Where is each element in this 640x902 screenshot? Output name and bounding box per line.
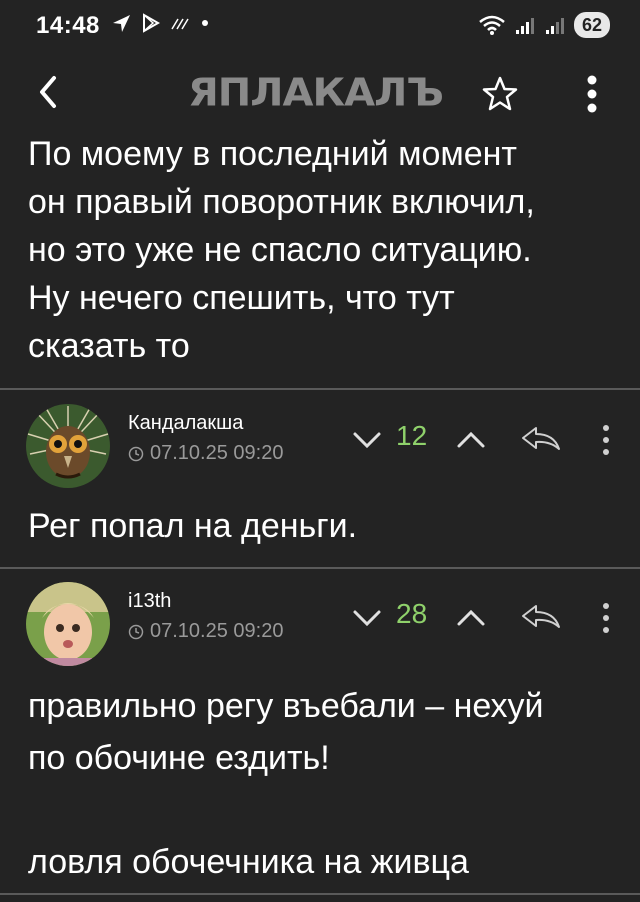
chevron-down-icon [353,610,381,627]
status-time: 14:48 [36,12,100,39]
more-vertical-icon [603,603,609,633]
signal-wave-icon [171,18,189,30]
vote-up-button[interactable] [456,428,486,452]
comment-score: 12 [396,420,428,451]
avatar-image [26,404,110,488]
page: 14:48 62 ЯПЛАКАЛЪ По моему в последний м… [0,0,640,902]
more-vertical-icon [587,75,597,113]
status-bar: 14:48 62 [0,0,640,52]
avatar[interactable] [26,582,110,666]
vote-up-button[interactable] [456,606,486,630]
comment-author[interactable]: Кандалакша [128,412,243,435]
more-menu-button[interactable] [580,74,604,114]
comment-meta: 07.10.25 09:20 [128,620,283,643]
avatar-image [26,582,110,666]
navigation-icon [113,15,130,32]
divider [0,567,640,569]
site-logo[interactable]: ЯПЛАКАЛЪ [188,71,444,115]
divider [0,388,640,390]
cell-signal-icon [515,18,534,34]
chevron-up-icon [457,431,485,448]
comment-score: 28 [396,598,428,629]
comment-header: i13th 07.10.25 09:20 28 [0,570,640,670]
status-left-icons [110,12,210,34]
divider [0,893,640,895]
battery-indicator: 62 [573,12,610,38]
wifi-icon [479,15,505,35]
comment-meta: 07.10.25 09:20 [128,442,283,465]
reply-button[interactable] [520,602,562,630]
comment-datetime: 07.10.25 09:20 [150,442,284,464]
status-right: 62 [478,12,610,38]
cell-signal-roaming-icon [545,18,564,34]
comment-header: Кандалакша 07.10.25 09:20 12 [0,392,640,492]
back-icon [40,76,56,108]
post-text: По моему в последний момент он правый по… [28,135,535,365]
star-icon [482,76,518,111]
more-vertical-icon [603,425,609,455]
dot-icon [202,20,208,26]
chevron-down-icon [353,432,381,449]
comment-author[interactable]: i13th [128,590,171,613]
comment-datetime: 07.10.25 09:20 [150,620,284,642]
avatar[interactable] [26,404,110,488]
clock-icon [128,624,144,639]
comment-menu-button[interactable] [600,600,612,636]
reply-icon [522,427,560,450]
comment-text: Рег попал на деньги. [28,507,358,545]
vote-down-button[interactable] [352,606,382,630]
vote-down-button[interactable] [352,428,382,452]
clock-icon [128,446,144,461]
play-store-icon [143,13,161,33]
back-button[interactable] [28,70,68,114]
app-bar: ЯПЛАКАЛЪ [0,52,640,136]
comment-text: правильно регу въебали – нехуй по обочин… [28,687,544,881]
comment-menu-button[interactable] [600,422,612,458]
favorite-button[interactable] [480,74,520,114]
reply-icon [522,605,560,628]
chevron-up-icon [457,609,485,626]
reply-button[interactable] [520,424,562,452]
